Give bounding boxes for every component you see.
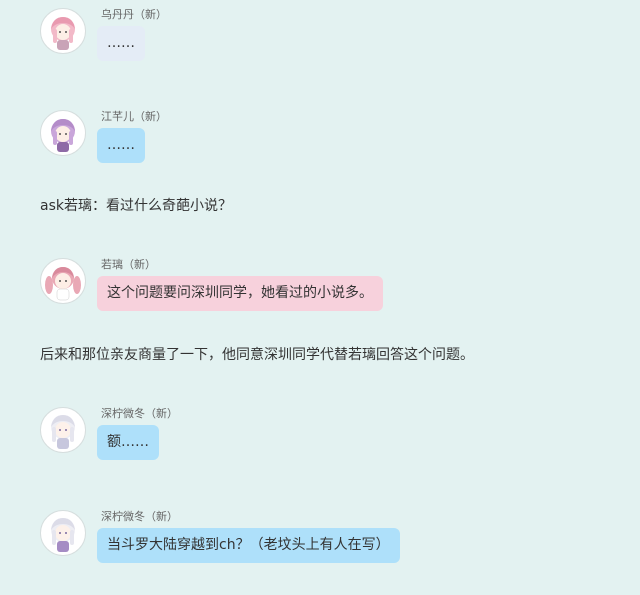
avatar[interactable] xyxy=(40,110,86,156)
sender-name: 若璃（新） xyxy=(101,258,156,271)
message-bubble: 当斗罗大陆穿越到ch？（老坟头上有人在写） xyxy=(97,528,400,563)
message-bubble: 额…… xyxy=(97,425,159,460)
message-bubble: 这个问题要问深圳同学，她看过的小说多。 xyxy=(97,276,383,311)
message-bubble: …… xyxy=(97,26,145,61)
sender-name: 乌丹丹（新） xyxy=(101,8,167,21)
white-hair-girl-avatar-icon xyxy=(51,415,75,449)
sender-name: 深柠微冬（新） xyxy=(101,407,178,420)
avatar[interactable] xyxy=(40,510,86,556)
avatar[interactable] xyxy=(40,8,86,54)
white-hair-girl-avatar-icon xyxy=(51,518,75,552)
avatar[interactable] xyxy=(40,258,86,304)
sender-name: 江芊儿（新） xyxy=(101,110,167,123)
pink-hair-girl-avatar-icon xyxy=(51,17,75,50)
sender-name: 深柠微冬（新） xyxy=(101,510,178,523)
avatar[interactable] xyxy=(40,407,86,453)
pink-twin-tails-girl-avatar-icon xyxy=(45,267,81,301)
narration-text: ask若璃：看过什么奇葩小说？ xyxy=(40,198,232,214)
message-bubble: …… xyxy=(97,128,145,163)
purple-hair-girl-avatar-icon xyxy=(51,119,75,152)
narration-text: 后来和那位亲友商量了一下，他同意深圳同学代替若璃回答这个问题。 xyxy=(40,347,474,363)
